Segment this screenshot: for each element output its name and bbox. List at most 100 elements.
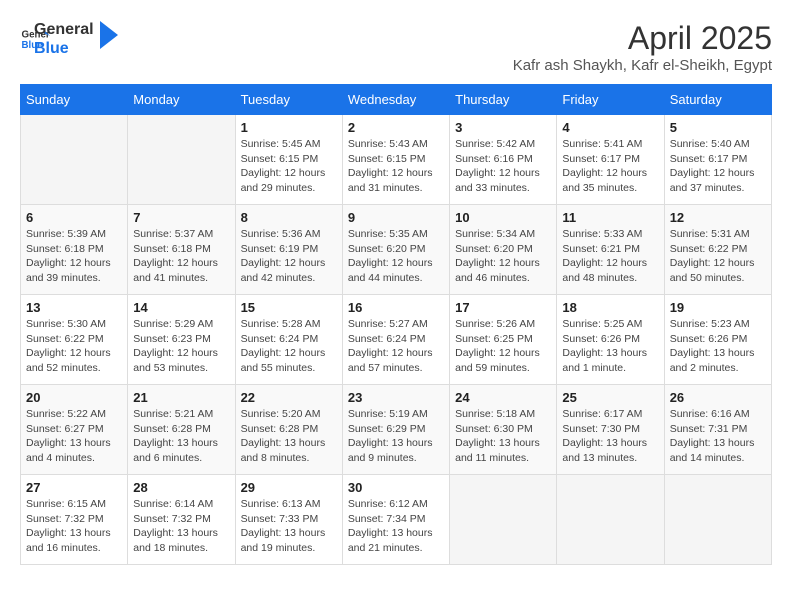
day-info: Sunrise: 5:34 AM Sunset: 6:20 PM Dayligh…	[455, 227, 551, 286]
calendar-cell	[664, 475, 771, 565]
day-info: Sunrise: 5:31 AM Sunset: 6:22 PM Dayligh…	[670, 227, 766, 286]
day-number: 11	[562, 210, 658, 225]
day-info: Sunrise: 5:28 AM Sunset: 6:24 PM Dayligh…	[241, 317, 337, 376]
calendar-cell	[21, 115, 128, 205]
logo-general: General	[34, 20, 94, 39]
day-info: Sunrise: 5:21 AM Sunset: 6:28 PM Dayligh…	[133, 407, 229, 466]
day-number: 9	[348, 210, 444, 225]
weekday-header-thursday: Thursday	[450, 85, 557, 115]
day-info: Sunrise: 5:36 AM Sunset: 6:19 PM Dayligh…	[241, 227, 337, 286]
calendar-cell: 12Sunrise: 5:31 AM Sunset: 6:22 PM Dayli…	[664, 205, 771, 295]
day-number: 15	[241, 300, 337, 315]
calendar-cell: 8 Sunrise: 5:36 AM Sunset: 6:19 PM Daylig…	[235, 205, 342, 295]
day-info: Sunrise: 5:25 AM Sunset: 6:26 PM Dayligh…	[562, 317, 658, 376]
calendar-cell: 28 Sunrise: 6:14 AM Sunset: 7:32 PM Dayli…	[128, 475, 235, 565]
day-number: 30	[348, 480, 444, 495]
calendar-cell: 16 Sunrise: 5:27 AM Sunset: 6:24 PM Dayli…	[342, 295, 449, 385]
day-number: 5	[670, 120, 766, 135]
day-info: Sunrise: 5:41 AM Sunset: 6:17 PM Dayligh…	[562, 137, 658, 196]
day-number: 21	[133, 390, 229, 405]
day-info: Sunrise: 5:40 AM Sunset: 6:17 PM Dayligh…	[670, 137, 766, 196]
day-number: 4	[562, 120, 658, 135]
calendar-week-row: 20Sunrise: 5:22 AM Sunset: 6:27 PM Dayli…	[21, 385, 772, 475]
day-number: 28	[133, 480, 229, 495]
day-number: 13	[26, 300, 122, 315]
day-info: Sunrise: 5:42 AM Sunset: 6:16 PM Dayligh…	[455, 137, 551, 196]
weekday-header-sunday: Sunday	[21, 85, 128, 115]
day-info: Sunrise: 6:12 AM Sunset: 7:34 PM Dayligh…	[348, 497, 444, 556]
calendar-cell: 26 Sunrise: 6:16 AM Sunset: 7:31 PM Dayli…	[664, 385, 771, 475]
calendar-cell: 1 Sunrise: 5:45 AM Sunset: 6:15 PM Daylig…	[235, 115, 342, 205]
day-info: Sunrise: 5:27 AM Sunset: 6:24 PM Dayligh…	[348, 317, 444, 376]
calendar-cell	[128, 115, 235, 205]
day-info: Sunrise: 5:22 AM Sunset: 6:27 PM Dayligh…	[26, 407, 122, 466]
calendar-cell: 18 Sunrise: 5:25 AM Sunset: 6:26 PM Dayli…	[557, 295, 664, 385]
day-info: Sunrise: 5:37 AM Sunset: 6:18 PM Dayligh…	[133, 227, 229, 286]
calendar-cell	[557, 475, 664, 565]
calendar-cell: 23 Sunrise: 5:19 AM Sunset: 6:29 PM Dayli…	[342, 385, 449, 475]
logo-blue: Blue	[34, 39, 94, 58]
day-number: 1	[241, 120, 337, 135]
calendar-cell: 7Sunrise: 5:37 AM Sunset: 6:18 PM Daylig…	[128, 205, 235, 295]
calendar-week-row: 13 Sunrise: 5:30 AM Sunset: 6:22 PM Dayli…	[21, 295, 772, 385]
calendar-cell: 5 Sunrise: 5:40 AM Sunset: 6:17 PM Daylig…	[664, 115, 771, 205]
day-number: 29	[241, 480, 337, 495]
calendar-cell: 9 Sunrise: 5:35 AM Sunset: 6:20 PM Daylig…	[342, 205, 449, 295]
title-block: April 2025 Kafr ash Shaykh, Kafr el-Shei…	[513, 20, 772, 74]
day-info: Sunrise: 5:30 AM Sunset: 6:22 PM Dayligh…	[26, 317, 122, 376]
day-number: 2	[348, 120, 444, 135]
calendar-cell: 17Sunrise: 5:26 AM Sunset: 6:25 PM Dayli…	[450, 295, 557, 385]
day-info: Sunrise: 5:35 AM Sunset: 6:20 PM Dayligh…	[348, 227, 444, 286]
day-number: 24	[455, 390, 551, 405]
calendar-week-row: 6 Sunrise: 5:39 AM Sunset: 6:18 PM Daylig…	[21, 205, 772, 295]
calendar-cell: 27 Sunrise: 6:15 AM Sunset: 7:32 PM Dayli…	[21, 475, 128, 565]
calendar-cell: 14Sunrise: 5:29 AM Sunset: 6:23 PM Dayli…	[128, 295, 235, 385]
day-number: 27	[26, 480, 122, 495]
calendar-cell: 20Sunrise: 5:22 AM Sunset: 6:27 PM Dayli…	[21, 385, 128, 475]
day-info: Sunrise: 5:19 AM Sunset: 6:29 PM Dayligh…	[348, 407, 444, 466]
day-number: 25	[562, 390, 658, 405]
calendar-cell: 24 Sunrise: 5:18 AM Sunset: 6:30 PM Dayli…	[450, 385, 557, 475]
day-info: Sunrise: 5:39 AM Sunset: 6:18 PM Dayligh…	[26, 227, 122, 286]
calendar-cell: 22 Sunrise: 5:20 AM Sunset: 6:28 PM Dayli…	[235, 385, 342, 475]
weekday-header-row: SundayMondayTuesdayWednesdayThursdayFrid…	[21, 85, 772, 115]
day-number: 3	[455, 120, 551, 135]
calendar-cell: 6 Sunrise: 5:39 AM Sunset: 6:18 PM Daylig…	[21, 205, 128, 295]
calendar-cell: 13 Sunrise: 5:30 AM Sunset: 6:22 PM Dayli…	[21, 295, 128, 385]
day-number: 18	[562, 300, 658, 315]
weekday-header-wednesday: Wednesday	[342, 85, 449, 115]
calendar-table: SundayMondayTuesdayWednesdayThursdayFrid…	[20, 84, 772, 565]
logo: General Blue General Blue	[20, 20, 118, 58]
calendar-cell: 4 Sunrise: 5:41 AM Sunset: 6:17 PM Daylig…	[557, 115, 664, 205]
day-info: Sunrise: 5:20 AM Sunset: 6:28 PM Dayligh…	[241, 407, 337, 466]
calendar-cell: 30 Sunrise: 6:12 AM Sunset: 7:34 PM Dayli…	[342, 475, 449, 565]
day-number: 19	[670, 300, 766, 315]
day-number: 8	[241, 210, 337, 225]
day-number: 16	[348, 300, 444, 315]
day-info: Sunrise: 6:14 AM Sunset: 7:32 PM Dayligh…	[133, 497, 229, 556]
calendar-cell: 3 Sunrise: 5:42 AM Sunset: 6:16 PM Daylig…	[450, 115, 557, 205]
day-number: 22	[241, 390, 337, 405]
day-number: 26	[670, 390, 766, 405]
day-info: Sunrise: 6:15 AM Sunset: 7:32 PM Dayligh…	[26, 497, 122, 556]
calendar-cell: 11Sunrise: 5:33 AM Sunset: 6:21 PM Dayli…	[557, 205, 664, 295]
calendar-week-row: 1 Sunrise: 5:45 AM Sunset: 6:15 PM Daylig…	[21, 115, 772, 205]
calendar-cell	[450, 475, 557, 565]
weekday-header-friday: Friday	[557, 85, 664, 115]
day-info: Sunrise: 5:18 AM Sunset: 6:30 PM Dayligh…	[455, 407, 551, 466]
page-header: General Blue General Blue April 2025 Kaf…	[20, 20, 772, 74]
calendar-cell: 29 Sunrise: 6:13 AM Sunset: 7:33 PM Dayli…	[235, 475, 342, 565]
day-info: Sunrise: 6:13 AM Sunset: 7:33 PM Dayligh…	[241, 497, 337, 556]
day-number: 14	[133, 300, 229, 315]
calendar-cell: 15 Sunrise: 5:28 AM Sunset: 6:24 PM Dayli…	[235, 295, 342, 385]
day-info: Sunrise: 5:43 AM Sunset: 6:15 PM Dayligh…	[348, 137, 444, 196]
day-info: Sunrise: 5:23 AM Sunset: 6:26 PM Dayligh…	[670, 317, 766, 376]
day-number: 23	[348, 390, 444, 405]
day-info: Sunrise: 6:16 AM Sunset: 7:31 PM Dayligh…	[670, 407, 766, 466]
calendar-cell: 21 Sunrise: 5:21 AM Sunset: 6:28 PM Dayli…	[128, 385, 235, 475]
day-info: Sunrise: 6:17 AM Sunset: 7:30 PM Dayligh…	[562, 407, 658, 466]
calendar-cell: 19 Sunrise: 5:23 AM Sunset: 6:26 PM Dayli…	[664, 295, 771, 385]
calendar-cell: 10Sunrise: 5:34 AM Sunset: 6:20 PM Dayli…	[450, 205, 557, 295]
day-number: 6	[26, 210, 122, 225]
day-info: Sunrise: 5:45 AM Sunset: 6:15 PM Dayligh…	[241, 137, 337, 196]
